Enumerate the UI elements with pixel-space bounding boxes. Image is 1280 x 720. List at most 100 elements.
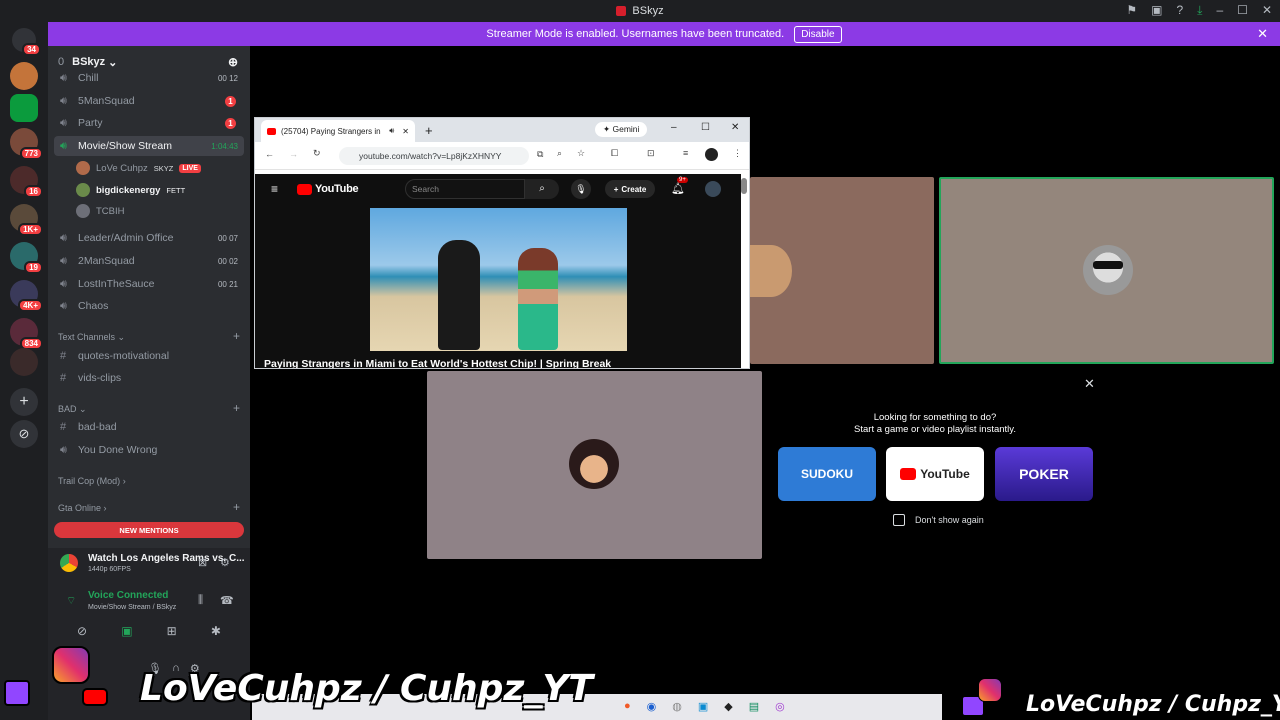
voice-channel-active[interactable]: 🔊︎ Movie/Show Stream 1:04:43 <box>54 136 244 156</box>
voice-channel[interactable]: 🔊︎ 5ManSquad 1 <box>54 91 244 111</box>
text-channel[interactable]: # vids-clips <box>54 368 244 388</box>
address-bar[interactable]: youtube.com/watch?v=Lp8jKzXHNYY <box>339 147 529 165</box>
voice-user[interactable]: TCBIH <box>76 202 125 220</box>
back-icon[interactable]: ← <box>265 149 274 159</box>
browser-window[interactable]: (25704) Paying Strangers in 🔊︎ ✕ + ✦ Gem… <box>254 117 750 369</box>
search-icon[interactable]: ⌕ <box>525 179 559 199</box>
disable-streamer-mode-button[interactable]: Disable <box>794 25 842 43</box>
voice-channel[interactable]: 🔊︎ Leader/Admin Office 00 07 <box>54 228 244 248</box>
scrollbar[interactable] <box>741 174 747 368</box>
extensions-icon[interactable]: ⧠ <box>611 148 618 159</box>
activity-icon[interactable]: ⊞ <box>167 624 177 646</box>
server-folder-icon[interactable]: 16 <box>10 166 43 198</box>
voice-channel[interactable]: 🔊︎ Party 1 <box>54 113 244 133</box>
soundboard-icon[interactable]: ✱ <box>211 624 221 646</box>
video-player[interactable] <box>370 208 627 351</box>
app-icon[interactable]: ◆ <box>724 700 732 713</box>
add-channel-icon[interactable]: + <box>233 329 240 343</box>
signal-icon[interactable]: ⌔ <box>66 594 76 608</box>
voice-channel[interactable]: 🔊︎ Chill 00 12 <box>54 72 244 84</box>
menu-icon[interactable]: ⋮ <box>733 148 742 159</box>
disconnect-icon[interactable]: ☎ <box>220 594 234 607</box>
voice-user[interactable]: bigdickenergy FETT <box>76 181 185 199</box>
account-avatar[interactable] <box>705 181 721 197</box>
app-icon[interactable]: ▤ <box>749 700 759 713</box>
youtube-activity-card[interactable]: YouTube <box>886 447 984 501</box>
new-mentions-button[interactable]: NEW MENTIONS <box>54 522 244 538</box>
server-icon[interactable] <box>10 94 38 122</box>
help-icon[interactable]: ? <box>1176 3 1183 18</box>
sudoku-activity-card[interactable]: SUDOKU <box>778 447 876 501</box>
search-input[interactable]: Search <box>405 179 525 199</box>
maximize-icon[interactable]: ☐ <box>1237 3 1248 18</box>
media-icon[interactable]: ≡ <box>683 148 688 158</box>
checkbox[interactable] <box>893 514 905 526</box>
zoom-icon[interactable]: ⌕ <box>557 148 562 159</box>
screen-share-icon[interactable]: ▣ <box>121 624 132 646</box>
microphone-icon[interactable]: 🎙︎ <box>571 179 591 199</box>
invite-icon[interactable]: ⊕ <box>228 55 238 69</box>
app-icon[interactable]: ◎ <box>775 700 785 713</box>
close-icon[interactable]: ✕ <box>1084 376 1095 392</box>
video-tile[interactable] <box>750 177 934 364</box>
minimize-icon[interactable]: – <box>671 122 677 133</box>
voice-channel[interactable]: 🔊︎ Chaos <box>54 296 244 316</box>
gemini-button[interactable]: ✦ Gemini <box>595 122 648 137</box>
app-icon[interactable]: ◉ <box>647 700 657 713</box>
forward-icon[interactable]: → <box>289 149 298 159</box>
direct-messages-icon[interactable]: 34 <box>12 28 41 56</box>
voice-channel[interactable]: 🔊︎ You Done Wrong <box>54 440 244 460</box>
text-channel[interactable]: # quotes-motivational <box>54 346 244 366</box>
category-text-channels[interactable]: Text Channels ⌄ <box>58 332 125 343</box>
tab-close-icon[interactable]: ✕ <box>402 127 409 136</box>
flag-icon[interactable]: ⚑ <box>1126 3 1137 18</box>
voice-channel[interactable]: 🔊︎ 2ManSquad 00 02 <box>54 251 244 271</box>
maximize-icon[interactable]: ☐ <box>701 122 710 133</box>
category-trail-cop[interactable]: Trail Cop (Mod) › <box>58 476 126 486</box>
audio-icon[interactable]: 🔊︎ <box>389 126 394 136</box>
browser-tab[interactable]: (25704) Paying Strangers in 🔊︎ ✕ <box>261 120 415 142</box>
stream-settings-icon[interactable]: ⚙ <box>220 556 230 569</box>
hamburger-icon[interactable]: ≡ <box>271 182 278 196</box>
youtube-logo-text[interactable]: YouTube <box>315 183 359 195</box>
create-button[interactable]: + Create <box>605 180 655 198</box>
voice-user[interactable]: LoVe Cuhpz SKYZ LIVE <box>76 159 201 177</box>
text-channel[interactable]: # bad-bad <box>54 417 244 437</box>
server-folder-icon[interactable]: 19 <box>10 242 43 274</box>
camera-icon[interactable]: ⊘ <box>77 624 87 646</box>
banner-close-icon[interactable]: ✕ <box>1257 26 1268 42</box>
server-folder-icon[interactable]: 773 <box>10 128 43 160</box>
add-channel-icon[interactable]: + <box>233 401 240 415</box>
close-icon[interactable]: ✕ <box>1262 3 1272 18</box>
app-icon[interactable]: ● <box>624 700 631 713</box>
reload-icon[interactable]: ↻ <box>313 148 321 159</box>
voice-channel[interactable]: 🔊︎ LostInTheSauce 00 21 <box>54 274 244 294</box>
app-icon[interactable]: ◍ <box>672 700 682 713</box>
stop-stream-icon[interactable]: ⊠ <box>198 556 207 569</box>
server-folder-icon[interactable]: 4K+ <box>10 280 43 312</box>
category-gta-online[interactable]: Gta Online › <box>58 503 107 513</box>
app-icon[interactable]: ▣ <box>698 700 708 713</box>
poker-activity-card[interactable]: POKER <box>995 447 1093 501</box>
noise-suppression-icon[interactable]: ⫼ <box>198 594 203 607</box>
download-icon[interactable]: ⤓ <box>1197 3 1202 18</box>
voice-status[interactable]: Voice Connected <box>88 590 168 601</box>
bookmark-icon[interactable]: ☆ <box>577 148 585 159</box>
server-icon[interactable] <box>10 62 38 90</box>
server-folder-icon[interactable]: 1K+ <box>10 204 43 236</box>
minimize-icon[interactable]: – <box>1216 3 1223 18</box>
video-tile[interactable] <box>427 371 762 559</box>
new-tab-icon[interactable]: + <box>425 123 433 138</box>
cast-icon[interactable]: ⧉ <box>537 149 543 160</box>
inbox-icon[interactable]: ▣ <box>1151 3 1162 18</box>
server-folder-icon[interactable]: 834 <box>10 318 43 350</box>
dont-show-again-checkbox[interactable]: Don't show again <box>893 514 984 526</box>
profile-avatar[interactable] <box>705 148 718 161</box>
server-icon[interactable] <box>10 348 38 376</box>
discover-icon[interactable]: ⊘ <box>10 420 38 448</box>
video-tile-speaking[interactable] <box>939 177 1274 364</box>
category-bad[interactable]: BAD ⌄ <box>58 404 87 415</box>
close-icon[interactable]: ✕ <box>731 122 739 133</box>
add-channel-icon[interactable]: + <box>233 500 240 514</box>
video-title[interactable]: Paying Strangers in Miami to Eat World's… <box>264 358 611 368</box>
